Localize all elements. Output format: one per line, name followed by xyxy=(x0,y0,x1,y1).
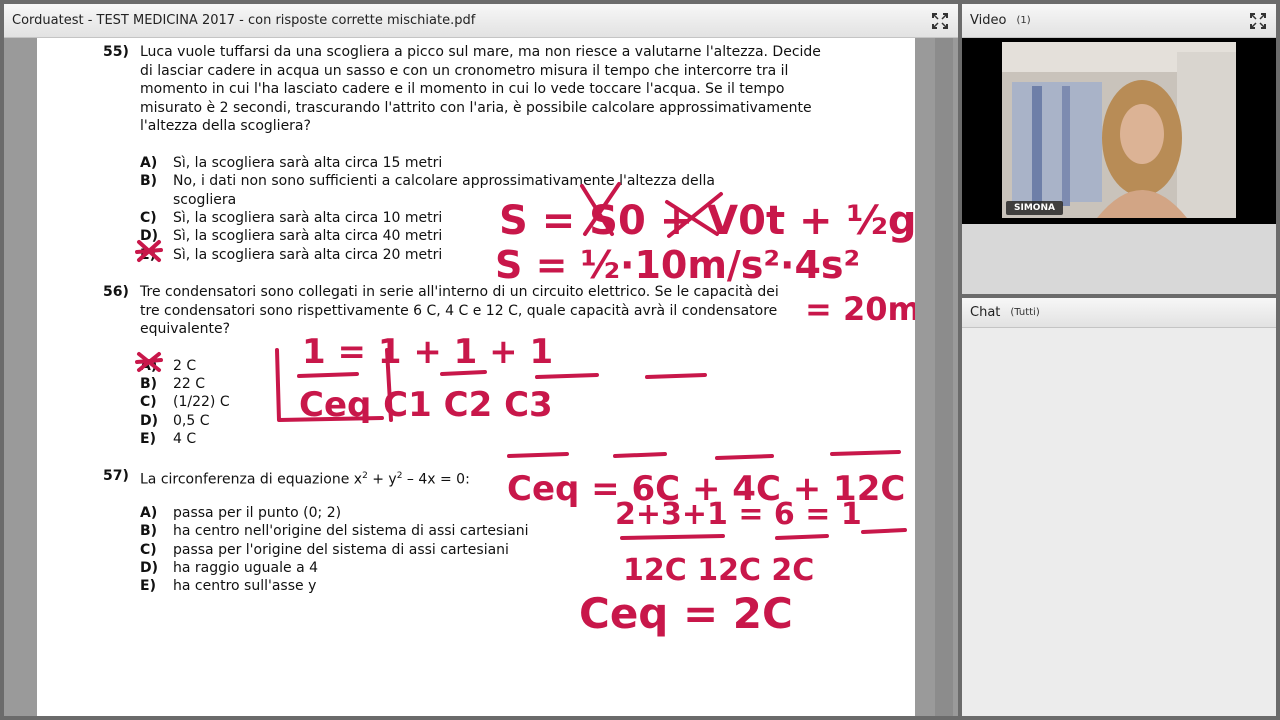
option-b: B) 22 C xyxy=(140,376,206,392)
option-e: E) Sì, la scogliera sarà alta circa 20 me… xyxy=(140,247,443,263)
document-title: Corduatest - TEST MEDICINA 2017 - con ri… xyxy=(12,13,476,28)
pdf-page: 55) Luca vuole tuffarsi da una scogliera… xyxy=(37,38,915,716)
option-a: A) Sì, la scogliera sarà alta circa 15 me… xyxy=(140,155,443,171)
option-b: B) ha centro nell'origine del sistema di … xyxy=(140,523,529,539)
option-c: C) passa per l'origine del sistema di ass… xyxy=(140,542,509,558)
video-panel: Video (1) SIMONA xyxy=(962,4,1276,294)
option-d: D) 0,5 C xyxy=(140,413,210,429)
document-titlebar: Corduatest - TEST MEDICINA 2017 - con ri… xyxy=(4,4,958,38)
video-titlebar: Video (1) xyxy=(962,4,1276,38)
frac-bar-5 xyxy=(507,452,569,458)
webcam-feed: SIMONA xyxy=(1002,42,1236,218)
presenter-name-tag: SIMONA xyxy=(1006,201,1063,215)
chat-panel: Chat (Tutti) xyxy=(962,298,1276,716)
option-d: D) Sì, la scogliera sarà alta circa 40 me… xyxy=(140,228,443,244)
video-title: Video xyxy=(970,13,1007,28)
chat-messages-area[interactable] xyxy=(962,328,1276,716)
chat-title: Chat xyxy=(970,305,1001,320)
video-placeholder-area xyxy=(962,224,1276,294)
question-text: Tre condensatori sono collegati in serie… xyxy=(140,284,779,337)
chat-titlebar: Chat (Tutti) xyxy=(962,298,1276,328)
document-scrollbar[interactable] xyxy=(935,38,953,716)
option-e: E) ha centro sull'asse y xyxy=(140,578,317,594)
webcam-image xyxy=(1002,42,1236,218)
question-number: 56) xyxy=(103,284,129,300)
option-e: E) 4 C xyxy=(140,431,197,447)
option-a: A) passa per il punto (0; 2) xyxy=(140,505,342,521)
frac-bar-6 xyxy=(613,452,667,458)
option-d: D) ha raggio uguale a 4 xyxy=(140,560,319,576)
question-number: 57) xyxy=(103,468,129,484)
option-c: C) Sì, la scogliera sarà alta circa 10 me… xyxy=(140,210,443,226)
question-text: La circonferenza di equazione x2 + y2 – … xyxy=(140,471,470,488)
video-frame: SIMONA xyxy=(962,38,1276,224)
document-viewer[interactable]: 55) Luca vuole tuffarsi da una scogliera… xyxy=(4,38,958,716)
frac-bar-11 xyxy=(861,528,907,534)
question-number: 55) xyxy=(103,44,129,60)
option-b: B) No, i dati non sono sufficienti a calc… xyxy=(140,173,716,208)
option-c: C) (1/22) C xyxy=(140,394,230,410)
expand-icon[interactable] xyxy=(1250,13,1266,29)
chat-scope[interactable]: (Tutti) xyxy=(1010,307,1039,318)
ink-formula-7: Ceq = 2C xyxy=(579,589,793,638)
option-a: A) 2 C xyxy=(140,358,197,374)
document-panel: Corduatest - TEST MEDICINA 2017 - con ri… xyxy=(4,4,958,716)
video-count: (1) xyxy=(1016,15,1031,26)
frac-bar-7 xyxy=(715,454,774,460)
expand-icon[interactable] xyxy=(932,13,948,29)
frac-bar-8 xyxy=(830,450,901,456)
ink-formula-3: = 20m xyxy=(805,290,915,328)
question-text: Luca vuole tuffarsi da una scogliera a p… xyxy=(140,44,821,134)
